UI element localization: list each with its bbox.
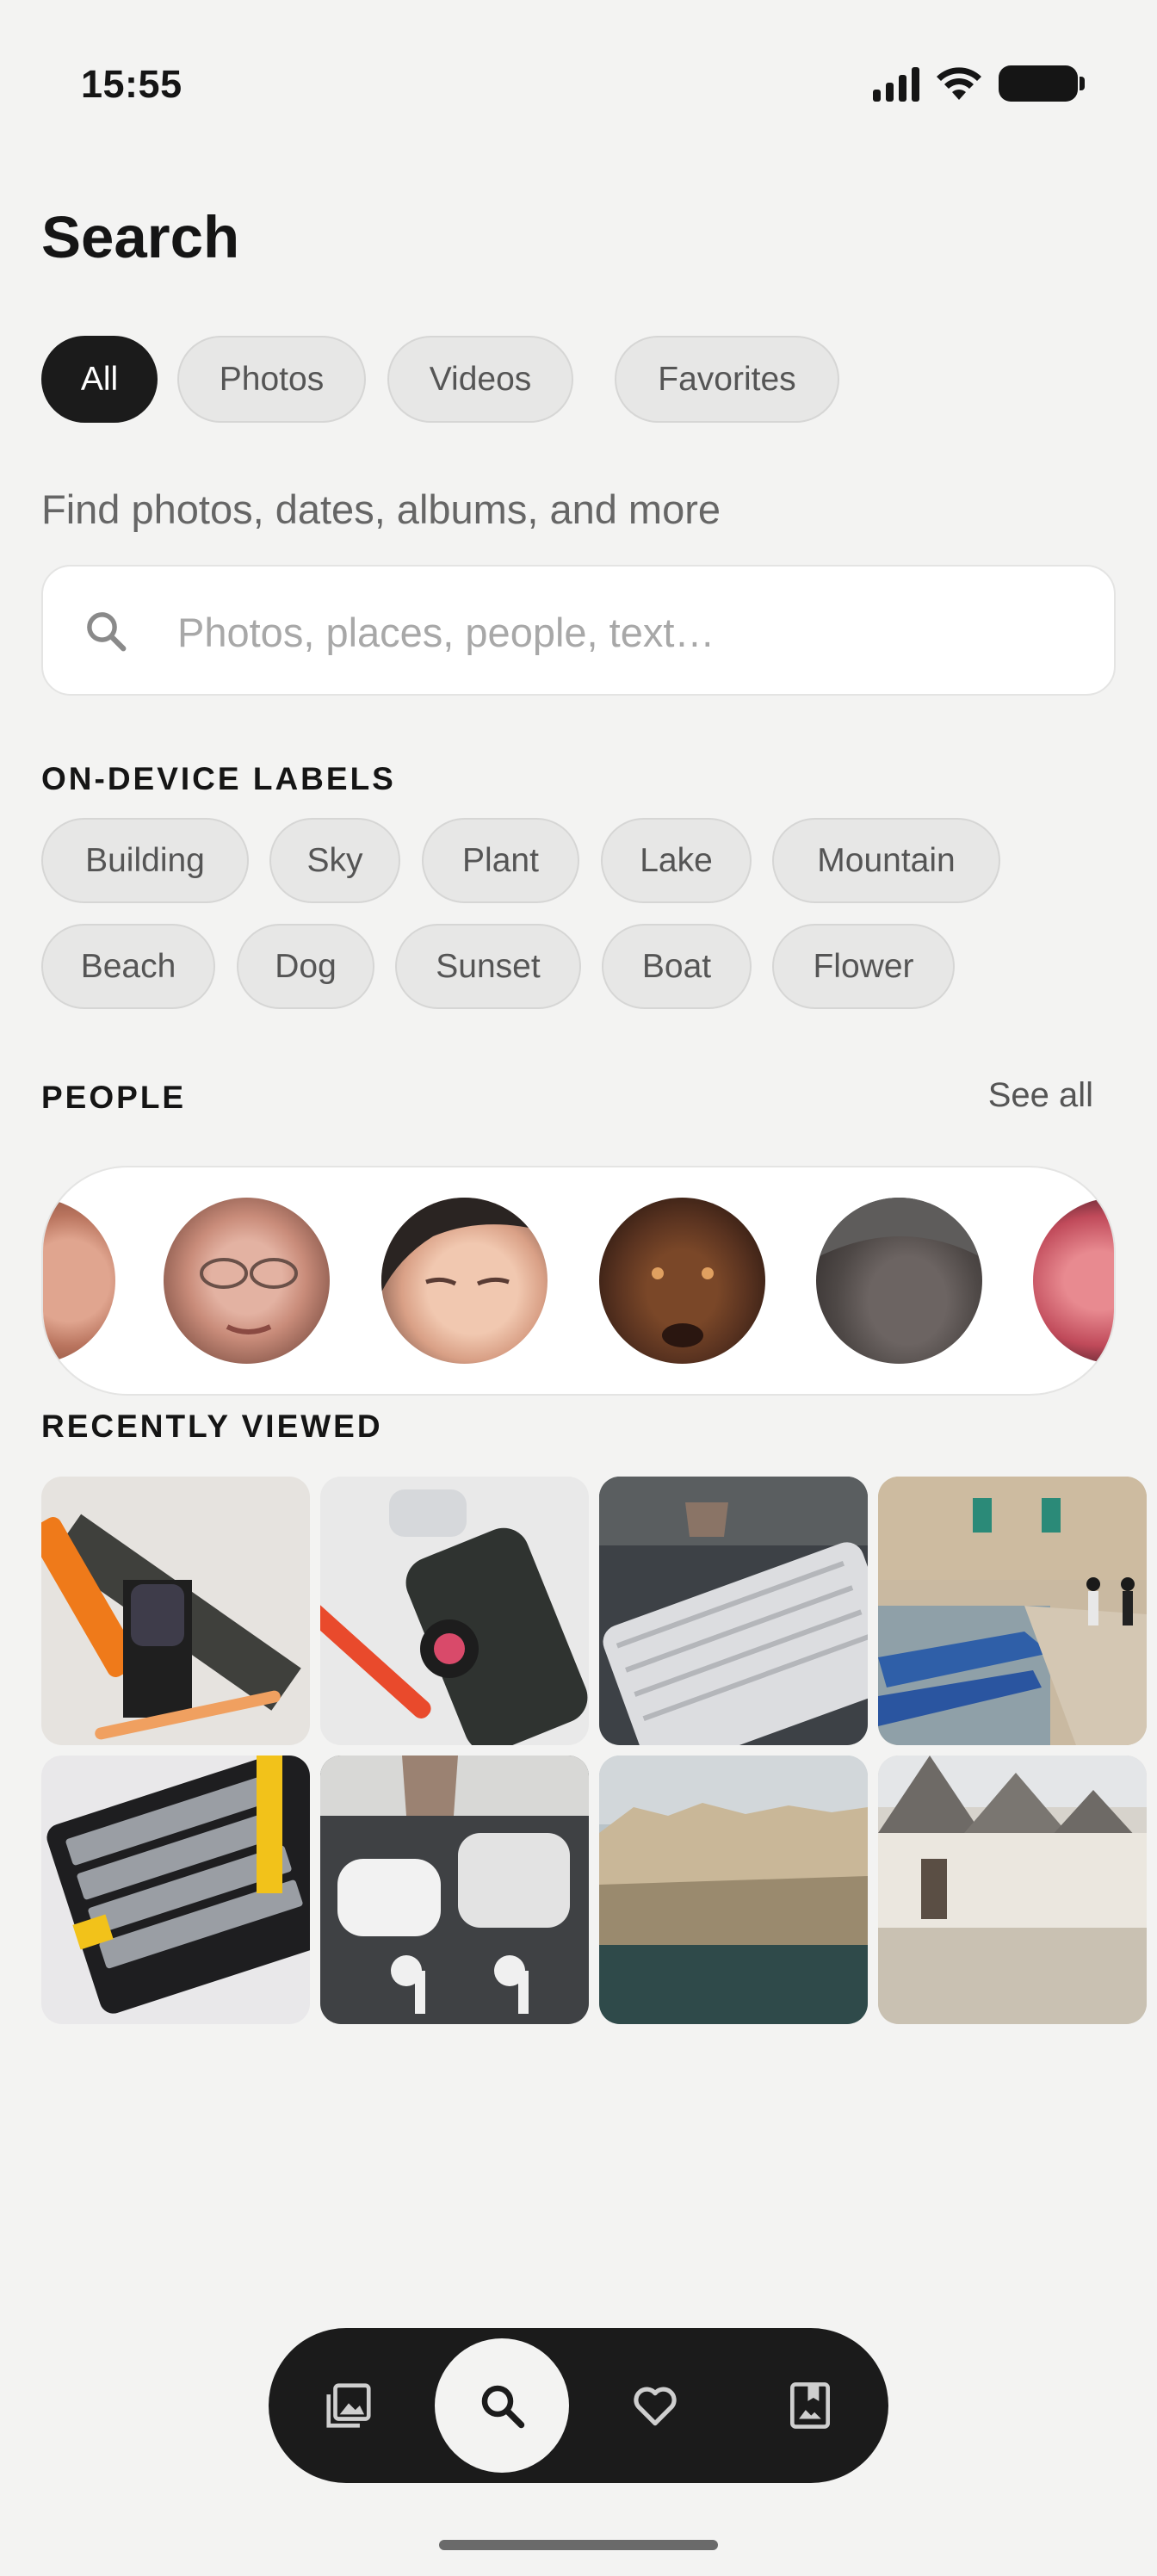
label-chip[interactable]: Building [41,818,249,903]
label-chip[interactable]: Boat [602,924,752,1009]
people-strip[interactable] [41,1166,1116,1396]
recent-section-title: RECENTLY VIEWED [41,1409,383,1444]
nav-photos[interactable] [282,2328,416,2483]
battery-icon [999,65,1085,102]
earbuds-photo [320,1756,589,2014]
recent-photo[interactable] [41,1756,310,2024]
person-avatar[interactable] [1033,1198,1114,1364]
search-input[interactable] [177,601,1073,663]
recent-photo[interactable] [878,1756,1147,2024]
face-photo [816,1198,982,1258]
tab-videos[interactable]: Videos [387,336,573,423]
search-field[interactable] [41,565,1116,696]
people-section-title: PEOPLE [41,1080,187,1115]
recent-photo[interactable] [320,1756,589,2024]
label-chip[interactable]: Lake [601,818,752,903]
label-chip[interactable]: Dog [237,924,374,1009]
label-chip[interactable]: Sunset [395,924,581,1009]
recent-photo[interactable] [599,1477,868,1745]
labels-section-title: ON-DEVICE LABELS [41,761,396,796]
nav-search-bubble [435,2338,569,2473]
recent-photo[interactable] [41,1477,310,1745]
tab-all[interactable]: All [41,336,158,423]
label-chip[interactable]: Sky [269,818,400,903]
tab-photos[interactable]: Photos [177,336,366,423]
label-chip[interactable]: Mountain [772,818,1000,903]
nav-favorites[interactable] [588,2328,722,2483]
photos-icon [326,2383,371,2428]
dog-avatar[interactable] [599,1198,765,1364]
search-icon [481,2385,525,2429]
phone-photo [320,1489,588,1745]
harbor-photo [878,1477,1147,1745]
nav-search[interactable] [435,2328,569,2483]
tab-favorites[interactable]: Favorites [615,336,839,423]
face-photo [200,1258,298,1334]
recent-photo[interactable] [599,1756,868,2024]
recent-photo[interactable] [878,1477,1147,1745]
face-photo [381,1198,548,1292]
label-chip[interactable]: Beach [41,924,215,1009]
wifi-icon [937,67,981,100]
signal-icon [873,65,919,102]
see-all-link[interactable]: See all [988,1076,1093,1115]
home-indicator[interactable] [439,2540,718,2550]
status-time: 15:55 [81,62,183,106]
label-chip[interactable]: Plant [422,818,579,903]
label-chip[interactable]: Flower [772,924,955,1009]
person-avatar[interactable] [164,1198,330,1364]
person-avatar[interactable] [381,1198,548,1364]
trulli-photo [878,1756,1147,2024]
album-icon [790,2382,830,2429]
watch-photo [41,1514,301,1740]
heart-icon [634,2387,677,2426]
search-hint: Find photos, dates, albums, and more [41,486,721,532]
nav-albums[interactable] [743,2328,877,2483]
status-icons [873,65,1085,102]
dog-photo [652,1267,714,1347]
bottom-nav [269,2328,888,2483]
page-title: Search [41,204,240,270]
search-icon [87,612,127,652]
search-screen: 15:55 Search All Photos Videos Favorites… [0,0,1157,2576]
cliff-town-photo [599,1756,868,2024]
person-avatar[interactable] [816,1198,982,1364]
keyboard-photo [599,1477,868,1745]
person-avatar[interactable] [43,1198,115,1364]
mechanical-keyboard-photo [46,1756,310,2014]
recent-photo[interactable] [320,1477,589,1745]
